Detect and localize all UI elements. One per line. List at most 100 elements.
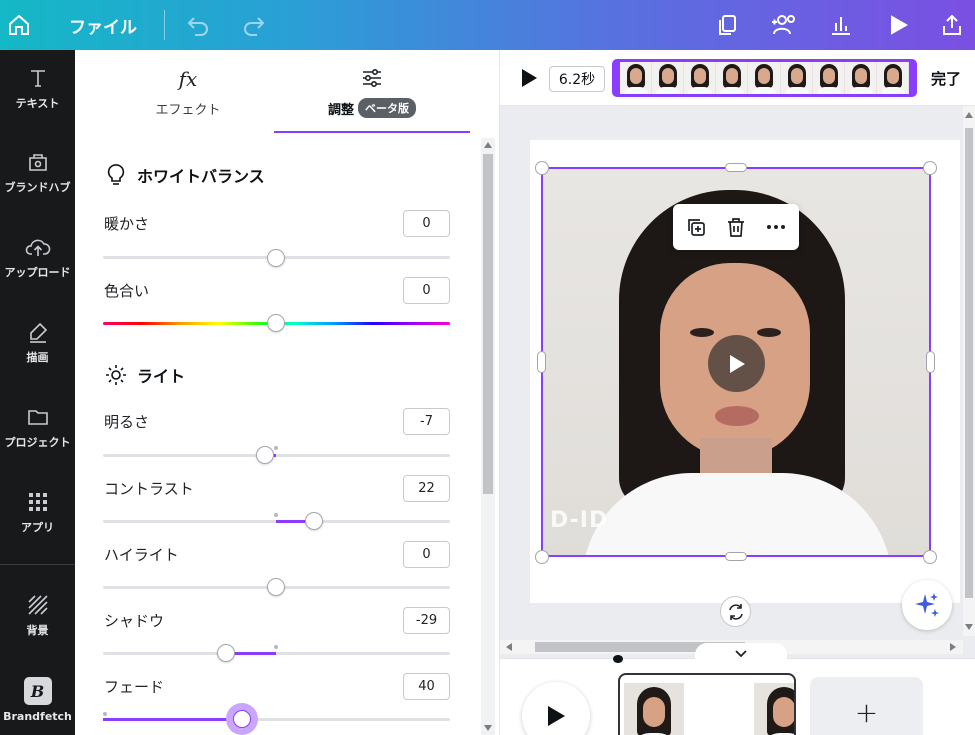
divider <box>164 10 165 40</box>
shadows-value[interactable]: -29 <box>403 607 450 634</box>
rail-item-projects[interactable]: プロジェクト <box>0 405 75 450</box>
brightness-value[interactable]: -7 <box>403 408 450 435</box>
canvas-vertical-scrollbar-thumb[interactable] <box>965 128 973 598</box>
rail-item-brand-hub[interactable]: ブランドハブ <box>0 150 75 195</box>
slider-center-dot <box>274 446 278 450</box>
text-icon <box>30 70 45 87</box>
brightness-label: 明るさ <box>104 413 150 431</box>
tab-adjust[interactable]: 調整 ベータ版 <box>274 50 470 134</box>
trim-strip[interactable] <box>612 59 917 97</box>
duplicate-button[interactable] <box>684 215 708 239</box>
resize-handle-right[interactable] <box>926 351 935 373</box>
resize-handle-bottom-left[interactable] <box>535 550 549 564</box>
present-play-button[interactable] <box>884 0 912 50</box>
rail-item-apps[interactable]: アプリ <box>0 490 75 535</box>
copy-button[interactable] <box>713 0 741 50</box>
undo-button[interactable] <box>184 0 212 50</box>
tab-label: エフェクト <box>155 102 221 118</box>
timeline-clip[interactable] <box>618 673 796 735</box>
plus-icon: + <box>854 695 879 729</box>
playhead-marker[interactable] <box>613 655 623 663</box>
trash-icon <box>728 218 744 237</box>
resize-handle-bottom[interactable] <box>725 552 747 561</box>
rail-item-brandfetch[interactable]: B Brandfetch <box>0 677 75 723</box>
play-icon <box>891 15 909 35</box>
warmth-value[interactable]: 0 <box>403 210 450 237</box>
tint-value[interactable]: 0 <box>403 277 450 304</box>
rail-item-upload[interactable]: アップロード <box>0 235 75 280</box>
rail-item-label: 背景 <box>26 624 49 637</box>
duplicate-icon <box>688 219 705 236</box>
sun-icon <box>106 365 126 385</box>
highlights-value[interactable]: 0 <box>403 541 450 568</box>
contrast-slider-thumb[interactable] <box>305 512 323 530</box>
tab-effects[interactable]: fx エフェクト <box>115 50 261 134</box>
brand-hub-icon <box>28 154 47 171</box>
file-menu[interactable]: ファイル <box>62 0 144 50</box>
timeline-collapse-button[interactable] <box>695 643 787 665</box>
resize-handle-left[interactable] <box>537 351 546 373</box>
trim-strip-frame <box>812 62 845 94</box>
slider-center-dot <box>274 513 278 517</box>
scroll-down-arrow[interactable] <box>965 624 973 630</box>
share-people-icon <box>772 15 795 35</box>
beta-badge: ベータ版 <box>358 98 416 118</box>
sliders-icon <box>363 68 381 88</box>
rail-item-draw[interactable]: 描画 <box>0 320 75 365</box>
play-icon <box>729 354 745 373</box>
tint-label: 色合い <box>104 282 150 300</box>
tint-slider-thumb[interactable] <box>267 314 285 332</box>
scroll-right-arrow[interactable] <box>950 643 956 651</box>
panel-scrollbar-thumb[interactable] <box>483 154 493 494</box>
resize-handle-top-left[interactable] <box>535 161 549 175</box>
brightness-slider-thumb[interactable] <box>256 446 274 464</box>
warmth-slider-thumb[interactable] <box>267 249 285 267</box>
home-icon <box>9 14 29 35</box>
highlights-slider-thumb[interactable] <box>267 578 285 596</box>
cloud-upload-icon <box>25 239 50 256</box>
canvas-vertical-scrollbar[interactable] <box>963 106 975 636</box>
element-toolbar <box>673 204 799 250</box>
shadows-slider-track[interactable] <box>103 652 450 655</box>
rail-item-label: アップロード <box>4 266 71 279</box>
scroll-up-arrow[interactable] <box>484 142 492 148</box>
resize-handle-top[interactable] <box>725 163 747 172</box>
trim-play-button[interactable] <box>520 68 538 92</box>
brightness-slider-track[interactable] <box>103 454 450 457</box>
rail-item-label: Brandfetch <box>3 710 72 723</box>
add-page-button[interactable]: + <box>810 677 923 735</box>
share-people-button[interactable] <box>767 0 801 50</box>
scroll-up-arrow[interactable] <box>965 112 973 118</box>
home-button[interactable] <box>4 0 34 50</box>
upload-share-button[interactable] <box>938 0 966 50</box>
duration-field[interactable]: 6.2秒 <box>549 66 605 92</box>
shadows-slider-thumb[interactable] <box>217 644 235 662</box>
scroll-left-arrow[interactable] <box>506 643 512 651</box>
magic-assistant-button[interactable] <box>902 580 952 630</box>
resize-handle-top-right[interactable] <box>923 161 937 175</box>
contrast-value[interactable]: 22 <box>403 475 450 502</box>
rail-item-background[interactable]: 背景 <box>0 593 75 638</box>
redo-button[interactable] <box>240 0 268 50</box>
background-icon <box>27 595 48 615</box>
rotate-icon <box>728 603 743 620</box>
trim-strip-frame <box>876 62 909 94</box>
video-play-button[interactable] <box>708 335 765 392</box>
copy-icon <box>719 15 736 35</box>
fade-value[interactable]: 40 <box>403 673 450 700</box>
top-bar: ファイル <box>0 0 975 50</box>
delete-button[interactable] <box>724 215 748 239</box>
resize-handle-bottom-right[interactable] <box>923 550 937 564</box>
rail-item-text[interactable]: テキスト <box>0 66 75 111</box>
divider <box>0 564 75 565</box>
fade-slider-thumb[interactable] <box>233 710 251 728</box>
done-button[interactable]: 完了 <box>931 68 961 89</box>
shadows-label: シャドウ <box>104 612 165 630</box>
rotate-button[interactable] <box>720 596 751 627</box>
more-options-button[interactable] <box>764 215 788 239</box>
fade-label: フェード <box>104 678 165 696</box>
panel-scrollbar[interactable] <box>481 138 495 735</box>
stats-button[interactable] <box>827 0 855 50</box>
rail-item-label: ブランドハブ <box>4 181 71 194</box>
scroll-down-arrow[interactable] <box>484 725 492 731</box>
